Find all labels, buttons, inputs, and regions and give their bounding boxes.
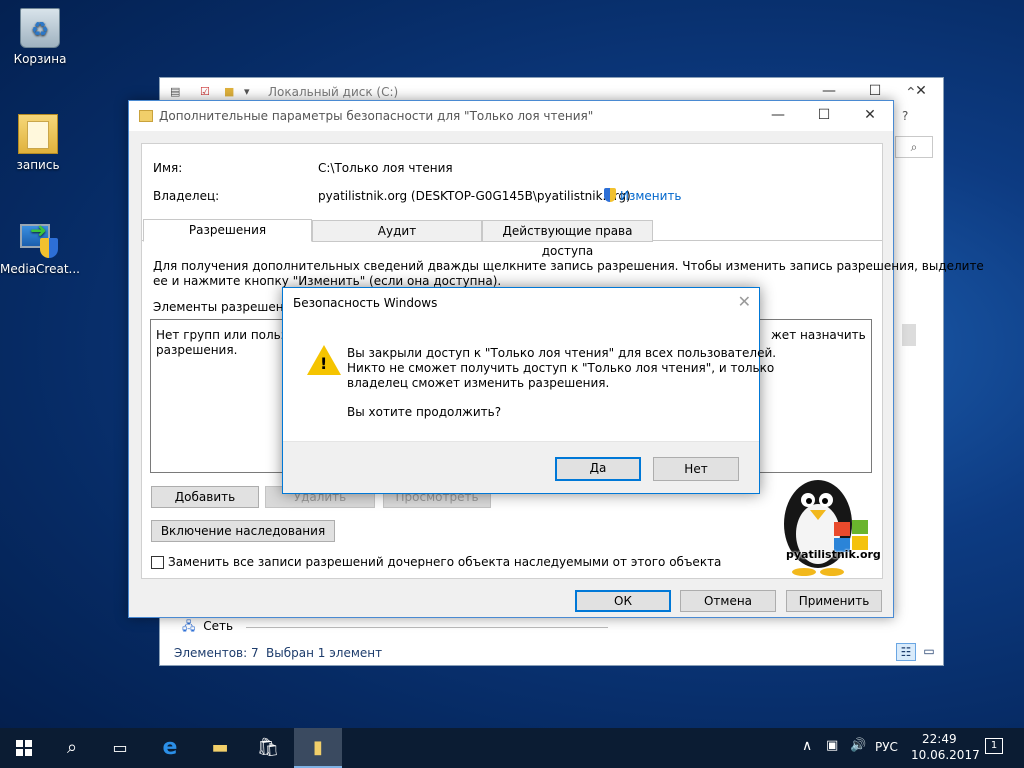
network-icon: 🖧 — [182, 619, 196, 633]
dialog-question: Вы хотите продолжить? — [347, 405, 502, 419]
tab-effective-access[interactable]: Действующие права доступа — [482, 220, 653, 258]
entries-label: Элементы разрешений: — [153, 300, 304, 314]
advanced-title: Дополнительные параметры безопасности дл… — [159, 109, 594, 123]
explorer-app-icon: ▤ — [170, 85, 181, 98]
status-item-count: Элементов: 7 — [174, 646, 259, 660]
chevron-down-icon[interactable]: ▾ — [244, 85, 250, 98]
recycle-bin-icon — [20, 8, 60, 48]
tab-permissions[interactable]: Разрешения — [143, 219, 312, 242]
language-indicator[interactable]: РУС — [875, 740, 898, 754]
maximize-icon[interactable]: ☐ — [801, 102, 847, 130]
replace-child-permissions-label: Заменить все записи разрешений дочернего… — [168, 555, 722, 569]
details-view-icon[interactable]: ☷ — [896, 643, 916, 661]
dialog-message-line2: Никто не сможет получить доступ к "Тольк… — [347, 361, 775, 375]
desktop-icon-label: Корзина — [13, 52, 67, 66]
no-button[interactable]: Нет — [653, 457, 739, 481]
divider — [246, 622, 608, 628]
scrollbar-thumb[interactable] — [902, 324, 916, 346]
explorer-statusbar: Элементов: 7 Выбран 1 элемент ☷ ▭ — [160, 641, 943, 665]
apply-button[interactable]: Применить — [786, 590, 882, 612]
pyatilistnik-logo: pyatilistnik.org — [774, 476, 881, 576]
close-icon[interactable]: ✕ — [738, 292, 751, 311]
nav-item-label: Сеть — [203, 619, 234, 633]
owner-label: Владелец: — [153, 189, 220, 203]
close-icon[interactable]: ✕ — [847, 102, 893, 130]
name-value: C:\Только лоя чтения — [318, 161, 453, 175]
dialog-message-line1: Вы закрыли доступ к "Только лоя чтения" … — [347, 346, 777, 360]
document-folder-icon — [18, 114, 58, 154]
desktop-icon-label: запись — [16, 158, 60, 172]
search-icon[interactable]: ⌕ — [895, 136, 933, 158]
start-button[interactable] — [0, 728, 48, 768]
replace-child-permissions-checkbox[interactable] — [151, 556, 164, 569]
nav-item-network[interactable]: 🖧 Сеть — [182, 617, 233, 638]
clock-time[interactable]: 22:49 — [922, 732, 957, 746]
advanced-titlebar[interactable]: Дополнительные параметры безопасности дл… — [129, 101, 893, 131]
large-icons-view-icon[interactable]: ▭ — [920, 643, 938, 661]
enable-inheritance-button[interactable]: Включение наследования — [151, 520, 335, 542]
info-text-line2: ее и нажмите кнопку "Изменить" (если она… — [153, 274, 502, 288]
status-selected: Выбран 1 элемент — [266, 646, 383, 660]
penguin-logo-icon — [784, 480, 868, 576]
empty-list-text-left: Нет групп или пользов — [156, 328, 302, 342]
notification-icon[interactable]: 1 — [985, 738, 1003, 754]
change-link-label: Изменить — [620, 189, 682, 203]
cancel-button[interactable]: Отмена — [680, 590, 776, 612]
logo-text: pyatilistnik.org — [786, 548, 881, 561]
dialog-footer: Да Нет — [283, 441, 759, 493]
search-icon[interactable]: ⌕ — [48, 728, 96, 768]
help-icon[interactable]: ? — [902, 109, 908, 123]
owner-value: pyatilistnik.org (DESKTOP-G0G145B\pyatil… — [318, 189, 631, 203]
explorer-title: Локальный диск (C:) — [268, 85, 399, 99]
tab-audit[interactable]: Аудит — [312, 220, 482, 242]
windows-security-dialog[interactable]: Безопасность Windows ✕ ! Вы закрыли дост… — [282, 287, 776, 494]
new-folder-icon[interactable]: ■ — [224, 85, 234, 98]
ok-button[interactable]: ОК — [575, 590, 671, 612]
uac-shield-icon — [604, 188, 616, 202]
change-owner-link[interactable]: Изменить — [604, 188, 682, 203]
windows-logo-icon — [16, 740, 32, 756]
folder-icon — [139, 110, 153, 122]
desktop-icon-zapis[interactable]: запись — [0, 114, 76, 172]
name-label: Имя: — [153, 161, 183, 175]
chevron-up-icon[interactable]: ∧ — [802, 738, 812, 754]
warning-mark: ! — [320, 354, 328, 373]
yes-button[interactable]: Да — [555, 457, 641, 481]
network-tray-icon[interactable]: ▣ — [826, 738, 838, 753]
task-view-icon[interactable]: ▭ — [96, 728, 144, 768]
dialog-message-line3: владелец сможет изменить разрешения. — [347, 376, 610, 390]
desktop-icon-recycle-bin[interactable]: Корзина — [2, 8, 78, 66]
volume-icon[interactable]: 🔊 — [850, 738, 866, 753]
store-icon[interactable]: 🛍 — [244, 728, 292, 768]
info-text-line1: Для получения дополнительных сведений дв… — [153, 259, 984, 273]
clock-date[interactable]: 10.06.2017 — [911, 748, 980, 762]
taskbar: ⌕ ▭ e ▬ 🛍 ▮ ∧ ▣ 🔊 РУС 22:49 10.06.2017 1 — [0, 728, 1024, 768]
empty-list-text-right: жет назначить — [771, 328, 866, 342]
add-button[interactable]: Добавить — [151, 486, 259, 508]
media-creation-tool-icon: ➜ — [18, 218, 58, 258]
desktop-icon-media-creation[interactable]: ➜ MediaCreat... — [0, 218, 80, 276]
active-folder-icon[interactable]: ▮ — [294, 728, 342, 768]
edge-icon[interactable]: e — [146, 728, 194, 768]
empty-list-text-line2: разрешения. — [156, 343, 238, 357]
file-explorer-icon[interactable]: ▬ — [196, 728, 244, 768]
desktop-icon-label: MediaCreat... — [0, 262, 80, 276]
restore-icon[interactable]: ⌃ — [905, 85, 917, 101]
properties-icon[interactable]: ☑ — [200, 85, 210, 98]
dialog-title: Безопасность Windows — [293, 296, 438, 310]
minimize-icon[interactable]: — — [755, 102, 801, 130]
